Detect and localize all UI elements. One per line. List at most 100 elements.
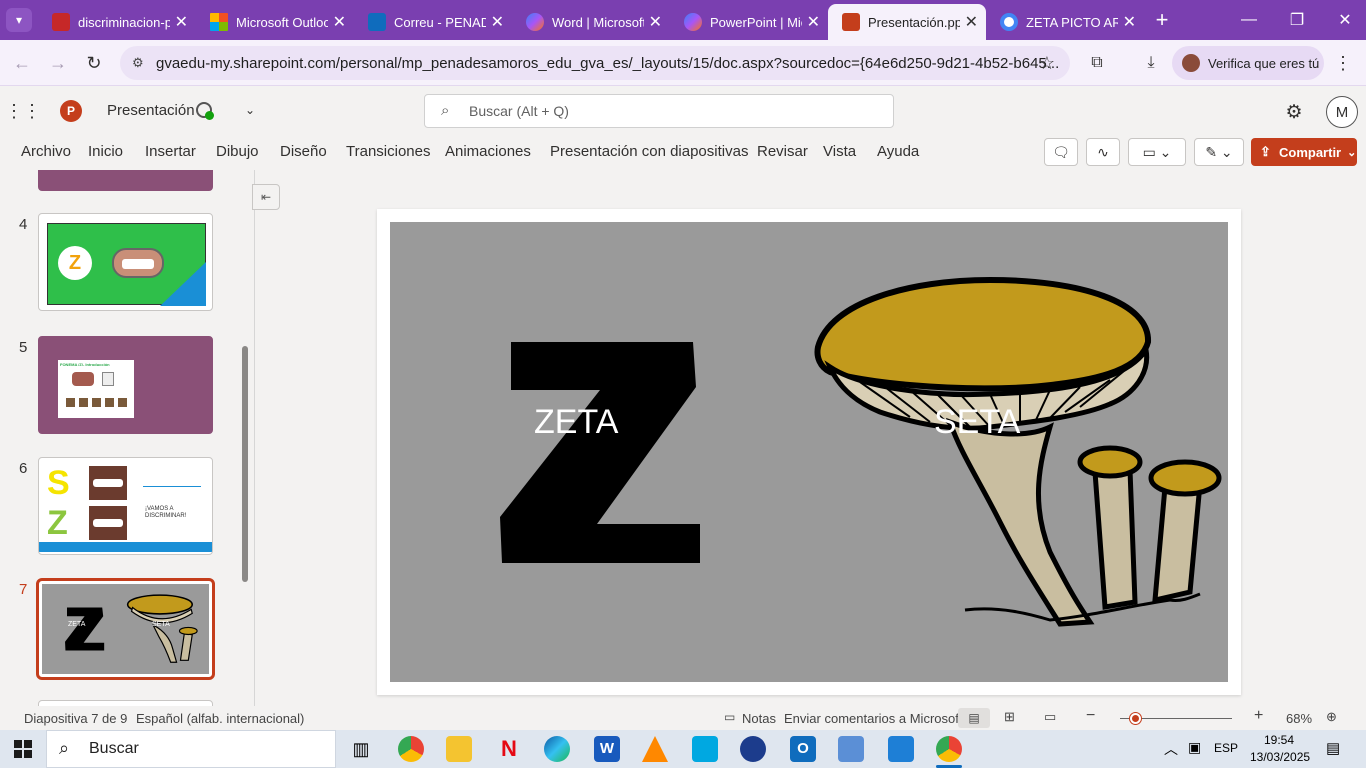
collapse-pane-icon[interactable]: ⇤: [252, 184, 280, 210]
media-app-icon[interactable]: [740, 736, 766, 762]
current-slide[interactable]: ZETA SETA: [390, 222, 1228, 682]
tab-revisar[interactable]: Revisar: [757, 143, 808, 160]
small-mushroom-stem-1: [1092, 467, 1138, 610]
chrome-icon[interactable]: [398, 736, 424, 762]
slide-label-zeta[interactable]: ZETA: [534, 403, 618, 442]
zoom-out-icon[interactable]: −: [1086, 707, 1095, 725]
settings-gear-icon[interactable]: ⚙: [1282, 100, 1306, 124]
prime-video-icon[interactable]: [692, 736, 718, 762]
slide-label-seta[interactable]: SETA: [934, 403, 1020, 442]
bookmark-star-icon[interactable]: ☆: [1036, 52, 1058, 74]
picto: [102, 372, 114, 386]
forward-icon[interactable]: →: [46, 52, 70, 74]
share-button[interactable]: ⇪ Compartir ⌄: [1251, 138, 1357, 166]
search-input[interactable]: ⌕ Buscar (Alt + Q): [424, 94, 894, 128]
edge-icon[interactable]: [544, 736, 570, 762]
browser-tab-correu[interactable]: Correu - PENAD ✕: [354, 4, 512, 40]
browser-tab-presentacion[interactable]: Presentación.ppt ✕: [828, 4, 986, 40]
browser-tab-word[interactable]: Word | Microsoft ✕: [512, 4, 670, 40]
close-tab-icon[interactable]: ✕: [807, 12, 820, 32]
calendar-app-icon[interactable]: [888, 736, 914, 762]
slide-5-card: FONEMA /Z/- Introducción: [58, 360, 134, 418]
close-tab-icon[interactable]: ✕: [333, 12, 346, 32]
slide-thumbnail-5[interactable]: FONEMA /Z/- Introducción: [38, 336, 213, 434]
verify-identity-button[interactable]: Verifica que eres tú: [1172, 46, 1324, 80]
chrome-profile-icon[interactable]: [936, 736, 962, 762]
outlook-icon[interactable]: O: [790, 736, 816, 762]
mini-label-seta: SETA: [152, 621, 170, 628]
slide-thumbnail-4[interactable]: Z: [38, 213, 213, 311]
browser-tab-outlook-ms[interactable]: Microsoft Outloo ✕: [196, 4, 354, 40]
slide-thumbnail-3[interactable]: [38, 170, 213, 191]
browser-tab-powerpoint[interactable]: PowerPoint | Mic ✕: [670, 4, 828, 40]
reading-view-icon[interactable]: ▭: [1044, 709, 1056, 725]
tab-presentacion-diapositivas[interactable]: Presentación con diapositivas: [550, 143, 748, 160]
task-view-icon[interactable]: ▥: [348, 736, 374, 762]
word-icon[interactable]: W: [594, 736, 620, 762]
catch-up-icon[interactable]: ∿: [1086, 138, 1120, 166]
tab-vista[interactable]: Vista: [823, 143, 856, 160]
sorter-view-icon[interactable]: ⊞: [1004, 709, 1015, 725]
thumbnail-scrollbar[interactable]: [242, 346, 248, 582]
present-icon[interactable]: ▭ ⌄: [1128, 138, 1186, 166]
close-tab-icon[interactable]: ✕: [175, 12, 188, 32]
zoom-in-icon[interactable]: +: [1254, 707, 1263, 725]
clock-time[interactable]: 19:54: [1264, 733, 1294, 747]
avatar[interactable]: M: [1326, 96, 1358, 128]
taskbar-search[interactable]: ⌕ Buscar: [46, 730, 336, 768]
browser-tab-zeta-picto[interactable]: ZETA PICTO ARA ✕: [986, 4, 1144, 40]
netflix-icon[interactable]: N: [496, 736, 522, 762]
comments-icon[interactable]: 🗨: [1044, 138, 1078, 166]
notes-button[interactable]: Notas: [742, 711, 776, 726]
reload-icon[interactable]: ↻: [82, 52, 106, 74]
video-player-icon[interactable]: [838, 736, 864, 762]
meet-now-icon[interactable]: ▣: [1188, 739, 1201, 756]
browser-tab-strip: ▾ discriminacion-p ✕ Microsoft Outloo ✕ …: [0, 0, 1366, 40]
notifications-icon[interactable]: ▤: [1326, 739, 1340, 757]
slide-thumbnail-6[interactable]: S Z ¡VAMOS A DISCRIMINAR!: [38, 457, 213, 555]
windows-start-icon[interactable]: [14, 740, 32, 758]
language-indicator[interactable]: ESP: [1214, 741, 1238, 755]
download-icon[interactable]: ⤓: [1140, 52, 1162, 74]
tab-transiciones[interactable]: Transiciones: [346, 143, 430, 160]
editing-mode-icon[interactable]: ✎ ⌄: [1194, 138, 1244, 166]
normal-view-icon[interactable]: ▤: [958, 708, 990, 728]
restore-icon[interactable]: ❐: [1284, 8, 1310, 32]
chevron-down-icon[interactable]: ⌄: [240, 100, 260, 120]
tab-inicio[interactable]: Inicio: [88, 143, 123, 160]
close-tab-icon[interactable]: ✕: [1123, 12, 1136, 32]
tab-insertar[interactable]: Insertar: [145, 143, 196, 160]
site-info-icon[interactable]: ⚙: [132, 55, 144, 71]
new-tab-icon[interactable]: +: [1150, 7, 1174, 32]
document-title[interactable]: Presentación: [107, 102, 195, 119]
close-tab-icon[interactable]: ✕: [491, 12, 504, 32]
vlc-icon[interactable]: [642, 736, 668, 762]
zoom-slider[interactable]: [1120, 713, 1232, 724]
extensions-icon[interactable]: ⧉: [1086, 52, 1108, 74]
tab-archivo[interactable]: Archivo: [21, 143, 71, 160]
browser-tab-pdf[interactable]: discriminacion-p ✕: [38, 4, 196, 40]
app-launcher-icon[interactable]: ⋮⋮: [5, 100, 41, 122]
clock-date[interactable]: 13/03/2025: [1250, 750, 1310, 764]
tab-ayuda[interactable]: Ayuda: [877, 143, 919, 160]
powerpoint-logo-icon: P: [60, 100, 82, 122]
tab-search-icon[interactable]: ▾: [6, 8, 32, 32]
tab-dibujo[interactable]: Dibujo: [216, 143, 259, 160]
tab-diseno[interactable]: Diseño: [280, 143, 327, 160]
feedback-link[interactable]: Enviar comentarios a Microsoft: [784, 711, 962, 726]
minimize-icon[interactable]: —: [1236, 8, 1262, 32]
close-tab-icon[interactable]: ✕: [649, 12, 662, 32]
close-window-icon[interactable]: ✕: [1332, 8, 1358, 32]
address-bar[interactable]: ⚙ gvaedu-my.sharepoint.com/personal/mp_p…: [120, 46, 1070, 80]
browser-menu-icon[interactable]: ⋮: [1332, 52, 1354, 74]
tab-animaciones[interactable]: Animaciones: [445, 143, 531, 160]
back-icon[interactable]: ←: [10, 52, 34, 74]
slide-thumbnail-7-selected[interactable]: ZETA SETA: [36, 578, 215, 680]
zoom-level[interactable]: 68%: [1286, 711, 1312, 726]
file-explorer-icon[interactable]: [446, 736, 472, 762]
chevron-up-icon[interactable]: ︿: [1164, 739, 1178, 759]
close-tab-icon[interactable]: ✕: [965, 12, 978, 32]
language-indicator[interactable]: Español (alfab. internacional): [136, 711, 304, 726]
fit-slide-icon[interactable]: ⊕: [1326, 709, 1337, 725]
zoom-slider-thumb[interactable]: [1130, 713, 1141, 724]
